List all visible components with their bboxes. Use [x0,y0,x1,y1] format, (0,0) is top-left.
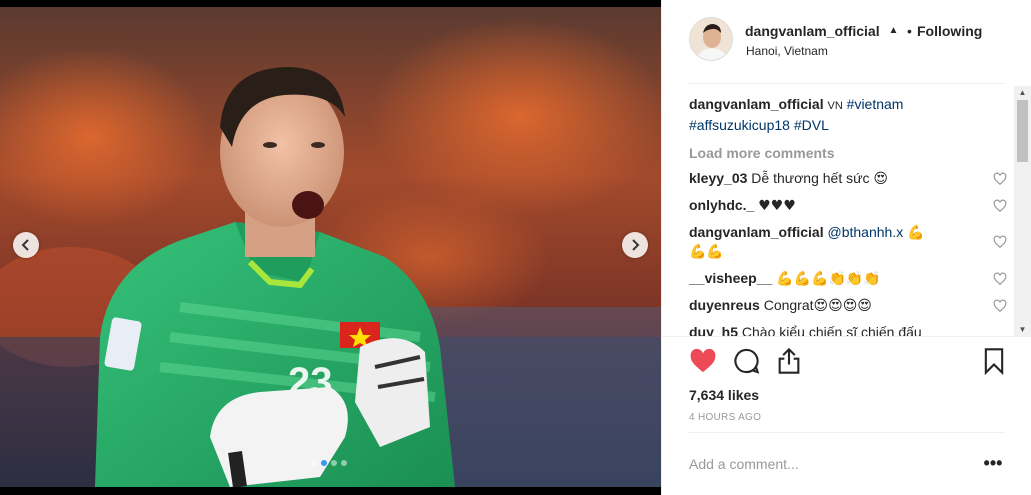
more-options-icon[interactable]: ••• [981,453,1005,473]
scroll-up-arrow-icon[interactable]: ▲ [1014,86,1031,99]
post-actions: 7,634 likes 4 HOURS AGO [662,336,1031,432]
post-timestamp[interactable]: 4 HOURS AGO [689,412,761,423]
post-header: dangvanlam_official ▲ • Following Hanoi,… [662,0,1031,78]
chevron-left-icon [21,239,29,251]
comment-text: Chào kiểu chiến sĩ chiến đấu [741,324,922,336]
comment-emoji: ♥♥♥ [758,198,796,214]
comment-like-icon[interactable] [993,199,1007,213]
comment-item: duy_h5 Chào kiểu chiến sĩ chiến đấu [689,323,1009,336]
comment-bubble-icon[interactable] [732,347,760,375]
comment-like-icon[interactable] [993,272,1007,286]
add-comment-input[interactable] [689,454,959,474]
carousel-next-button[interactable] [622,232,648,258]
comment-emoji: 💪💪 [689,244,724,260]
post-username[interactable]: dangvanlam_official [745,23,880,39]
load-more-comments-button[interactable]: Load more comments [689,145,1009,161]
chevron-right-icon [632,239,640,251]
comment-emoji: 😍 [873,171,888,187]
carousel-dot [331,460,337,466]
avatar-image [690,18,732,60]
media-bottom-bar [0,487,661,495]
comment-username[interactable]: __visheep__ [689,270,772,286]
bookmark-icon[interactable] [980,347,1008,375]
comment-emoji: 💪 [907,225,925,241]
carousel-indicator [311,460,347,466]
comment-like-icon[interactable] [993,235,1007,249]
scroll-down-arrow-icon[interactable]: ▼ [1014,323,1031,336]
heart-filled-icon[interactable] [689,347,717,375]
comment-like-icon[interactable] [993,172,1007,186]
post-media[interactable]: 23 [0,0,661,495]
comment-username[interactable]: onlyhdc._ [689,197,754,213]
add-comment-bar: ••• [689,432,1005,495]
carousel-dot [321,460,327,466]
avatar[interactable] [689,17,733,61]
verified-icon: ▲ [888,25,899,36]
mention-link[interactable]: @bthanhh.x [827,224,903,240]
hashtag-link[interactable]: #affsuzukicup18 [689,117,790,133]
follow-separator: • [907,23,912,39]
share-icon[interactable] [775,347,803,375]
comment-username[interactable]: duy_h5 [689,324,738,336]
comment-item: onlyhdc._ ♥♥♥ [689,196,1009,215]
comment-emoji: 😍😍😍😍 [813,298,872,314]
caption-username[interactable]: dangvanlam_official [689,96,824,112]
comment-username[interactable]: kleyy_03 [689,170,747,186]
comment-username[interactable]: dangvanlam_official [689,224,824,240]
comment-emoji: 💪💪💪👏👏👏 [776,271,881,287]
post-caption: dangvanlam_official VN #vietnam #affsuzu… [689,95,1009,135]
comment-item: dangvanlam_official @bthanhh.x 💪 💪💪 [689,223,1009,261]
hashtag-link[interactable]: #vietnam [847,96,904,112]
header-divider [689,83,1005,84]
post-photo: 23 [0,7,661,487]
comment-text: Dễ thương hết sức [751,170,870,186]
scrollbar-thumb[interactable] [1017,100,1028,162]
carousel-prev-button[interactable] [13,232,39,258]
carousel-dot [311,460,317,466]
comments-list[interactable]: dangvanlam_official VN #vietnam #affsuzu… [689,95,1009,336]
likes-count[interactable]: 7,634 likes [689,387,759,403]
comment-username[interactable]: duyenreus [689,297,760,313]
comment-like-icon[interactable] [993,299,1007,313]
carousel-dot [341,460,347,466]
hashtag-link[interactable]: #DVL [794,117,829,133]
comment-text: Congrat [763,297,814,313]
comment-item: duyenreus Congrat😍😍😍😍 [689,296,1009,315]
comment-item: kleyy_03 Dễ thương hết sức 😍 [689,169,1009,188]
post-side-panel: dangvanlam_official ▲ • Following Hanoi,… [661,0,1031,495]
comment-item: __visheep__ 💪💪💪👏👏👏 [689,269,1009,288]
caption-text: VN [827,100,843,112]
media-top-bar [0,0,661,7]
post-location[interactable]: Hanoi, Vietnam [746,44,828,58]
following-button[interactable]: Following [917,23,982,39]
comments-scrollbar[interactable]: ▲ ▼ [1014,86,1031,336]
